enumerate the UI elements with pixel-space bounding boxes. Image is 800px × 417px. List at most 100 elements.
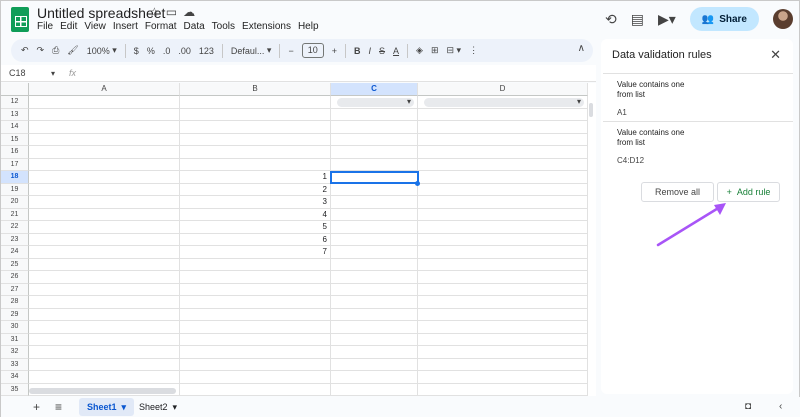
cell-b22[interactable]: 5 xyxy=(180,221,331,234)
cell-c19[interactable] xyxy=(331,183,418,196)
menu-extensions[interactable]: Extensions xyxy=(242,21,291,32)
merge-cells-icon[interactable]: ⊟ ▾ xyxy=(447,45,462,56)
validation-rule[interactable]: Value contains one from list A1 xyxy=(603,73,793,121)
cell-c12[interactable] xyxy=(331,96,418,109)
row-header[interactable]: 35 xyxy=(1,383,29,396)
add-sheet-icon[interactable]: + xyxy=(33,400,40,414)
cell-d20[interactable] xyxy=(418,196,588,209)
cell-b27[interactable] xyxy=(180,283,331,296)
row-header[interactable]: 25 xyxy=(1,258,29,271)
cell-c17[interactable] xyxy=(331,158,418,171)
cell-b21[interactable]: 4 xyxy=(180,208,331,221)
cell-a22[interactable] xyxy=(29,221,180,234)
cell-b24[interactable]: 7 xyxy=(180,246,331,259)
avatar[interactable] xyxy=(773,9,793,29)
row-header[interactable]: 22 xyxy=(1,221,29,234)
cell-a27[interactable] xyxy=(29,283,180,296)
menu-help[interactable]: Help xyxy=(298,21,319,32)
row-header[interactable]: 19 xyxy=(1,183,29,196)
share-button[interactable]: 👥 Share xyxy=(689,7,759,31)
cell-a23[interactable] xyxy=(29,233,180,246)
cell-a29[interactable] xyxy=(29,308,180,321)
row-header[interactable]: 15 xyxy=(1,133,29,146)
print-icon[interactable]: ⎙ xyxy=(52,45,59,56)
cell-b12[interactable] xyxy=(180,96,331,109)
cell-a24[interactable] xyxy=(29,246,180,259)
decrease-decimal-button[interactable]: .0 xyxy=(163,46,171,56)
cell-a17[interactable] xyxy=(29,158,180,171)
vertical-scrollbar[interactable] xyxy=(589,103,593,117)
cell-c13[interactable] xyxy=(331,108,418,121)
row-header[interactable]: 26 xyxy=(1,271,29,284)
cell-a14[interactable] xyxy=(29,121,180,134)
row-header[interactable]: 29 xyxy=(1,308,29,321)
cell-b17[interactable] xyxy=(180,158,331,171)
dropdown-chip[interactable] xyxy=(337,96,414,108)
explore-icon[interactable]: ◘ xyxy=(745,401,751,412)
menu-view[interactable]: View xyxy=(84,21,106,32)
history-icon[interactable]: ⟲ xyxy=(605,11,617,28)
cell-d14[interactable] xyxy=(418,121,588,134)
cell-b15[interactable] xyxy=(180,133,331,146)
cell-d15[interactable] xyxy=(418,133,588,146)
validation-rule[interactable]: Value contains one from list C4:D12 xyxy=(603,121,793,171)
cell-d27[interactable] xyxy=(418,283,588,296)
cell-c20[interactable] xyxy=(331,196,418,209)
menu-format[interactable]: Format xyxy=(145,21,177,32)
font-select[interactable]: Defaul... ▾ xyxy=(231,45,272,56)
cell-a18[interactable] xyxy=(29,171,180,184)
cell-b33[interactable] xyxy=(180,358,331,371)
cell-a13[interactable] xyxy=(29,108,180,121)
cell-c15[interactable] xyxy=(331,133,418,146)
cell-d35[interactable] xyxy=(418,383,588,396)
move-folder-icon[interactable]: ▭ xyxy=(166,5,177,19)
remove-all-button[interactable]: Remove all xyxy=(641,182,714,202)
cell-a20[interactable] xyxy=(29,196,180,209)
cell-c25[interactable] xyxy=(331,258,418,271)
cell-c32[interactable] xyxy=(331,346,418,359)
cell-c28[interactable] xyxy=(331,296,418,309)
cell-b26[interactable] xyxy=(180,271,331,284)
document-title[interactable]: Untitled spreadsheet xyxy=(37,5,165,21)
cell-d19[interactable] xyxy=(418,183,588,196)
menu-insert[interactable]: Insert xyxy=(113,21,138,32)
fill-handle[interactable] xyxy=(415,181,420,186)
row-header[interactable]: 13 xyxy=(1,108,29,121)
column-header-c[interactable]: C xyxy=(331,83,418,96)
zoom-select[interactable]: 100% ▾ xyxy=(87,45,117,56)
cell-b32[interactable] xyxy=(180,346,331,359)
menu-data[interactable]: Data xyxy=(184,21,205,32)
row-header[interactable]: 20 xyxy=(1,196,29,209)
cell-b34[interactable] xyxy=(180,371,331,384)
cell-d22[interactable] xyxy=(418,221,588,234)
cell-b30[interactable] xyxy=(180,321,331,334)
cell-a26[interactable] xyxy=(29,271,180,284)
percent-button[interactable]: % xyxy=(147,46,155,56)
cell-a19[interactable] xyxy=(29,183,180,196)
cell-b16[interactable] xyxy=(180,146,331,159)
dropdown-chip[interactable] xyxy=(424,96,584,108)
column-header-d[interactable]: D xyxy=(418,83,588,96)
cell-a21[interactable] xyxy=(29,208,180,221)
cell-d17[interactable] xyxy=(418,158,588,171)
row-header[interactable]: 34 xyxy=(1,371,29,384)
menu-edit[interactable]: Edit xyxy=(60,21,77,32)
close-icon[interactable]: ✕ xyxy=(770,47,781,63)
cell-d12[interactable] xyxy=(418,96,588,109)
cell-d21[interactable] xyxy=(418,208,588,221)
cell-a12[interactable] xyxy=(29,96,180,109)
cell-c27[interactable] xyxy=(331,283,418,296)
bold-button[interactable]: B xyxy=(354,46,361,56)
tab-sheet2[interactable]: Sheet2 ▾ xyxy=(131,398,185,416)
row-header[interactable]: 24 xyxy=(1,246,29,259)
row-header[interactable]: 30 xyxy=(1,321,29,334)
cell-b23[interactable]: 6 xyxy=(180,233,331,246)
cell-c35[interactable] xyxy=(331,383,418,396)
name-box[interactable]: C18 xyxy=(1,65,59,81)
cell-a15[interactable] xyxy=(29,133,180,146)
text-color-button[interactable]: A xyxy=(393,46,399,56)
cell-b25[interactable] xyxy=(180,258,331,271)
horizontal-scrollbar[interactable] xyxy=(29,388,176,394)
cell-d29[interactable] xyxy=(418,308,588,321)
cell-a28[interactable] xyxy=(29,296,180,309)
